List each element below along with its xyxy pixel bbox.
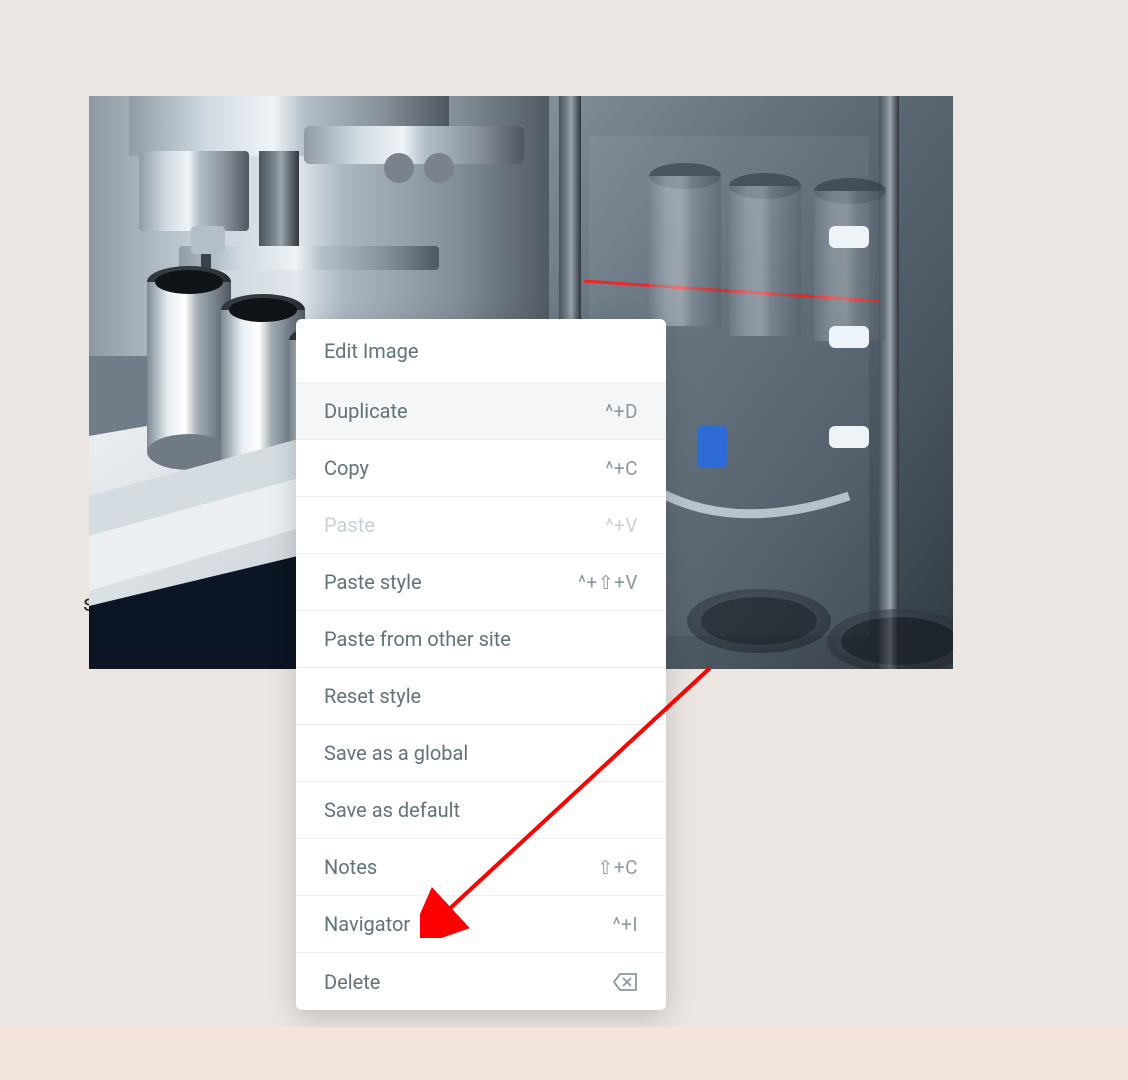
- menu-item-paste: Paste ^+V: [296, 497, 666, 554]
- menu-item-shortcut: ^+C: [605, 457, 638, 480]
- menu-item-label: Save as default: [324, 798, 460, 822]
- menu-item-label: Copy: [324, 456, 369, 480]
- delete-icon: [612, 972, 638, 992]
- menu-item-label: Navigator: [324, 912, 410, 936]
- menu-item-shortcut: ⇧+C: [597, 856, 638, 879]
- menu-item-label: Paste: [324, 513, 375, 537]
- image-context-menu: Edit ImageDuplicate^+DCopy^+CPaste^+VPas…: [296, 319, 666, 1010]
- menu-item-label: Delete: [324, 970, 380, 994]
- menu-item-paste-style[interactable]: Paste style ^+⇧+V: [296, 554, 666, 611]
- menu-item-copy[interactable]: Copy ^+C: [296, 440, 666, 497]
- menu-item-label: Paste style: [324, 570, 422, 594]
- menu-item-label: Paste from other site: [324, 627, 511, 651]
- menu-item-save-as-default[interactable]: Save as default: [296, 782, 666, 839]
- menu-item-label: Reset style: [324, 684, 421, 708]
- menu-item-edit-image[interactable]: Edit Image: [296, 319, 666, 383]
- menu-item-label: Edit Image: [324, 339, 419, 363]
- page-footer-band: [0, 1027, 1128, 1080]
- menu-item-notes[interactable]: Notes ⇧+C: [296, 839, 666, 896]
- menu-item-save-as-a-global[interactable]: Save as a global: [296, 725, 666, 782]
- menu-item-reset-style[interactable]: Reset style: [296, 668, 666, 725]
- menu-item-label: Notes: [324, 855, 377, 879]
- menu-item-shortcut: ^+V: [606, 514, 638, 537]
- menu-item-shortcut: ^+I: [613, 913, 638, 936]
- menu-item-duplicate[interactable]: Duplicate ^+D: [296, 383, 666, 440]
- menu-item-delete[interactable]: Delete: [296, 953, 666, 1010]
- menu-item-shortcut: ^+⇧+V: [578, 571, 638, 594]
- menu-item-shortcut: ^+D: [605, 400, 638, 423]
- menu-item-label: Duplicate: [324, 399, 408, 423]
- menu-item-paste-from-other-site[interactable]: Paste from other site: [296, 611, 666, 668]
- menu-item-navigator[interactable]: Navigator ^+I: [296, 896, 666, 953]
- menu-item-label: Save as a global: [324, 741, 468, 765]
